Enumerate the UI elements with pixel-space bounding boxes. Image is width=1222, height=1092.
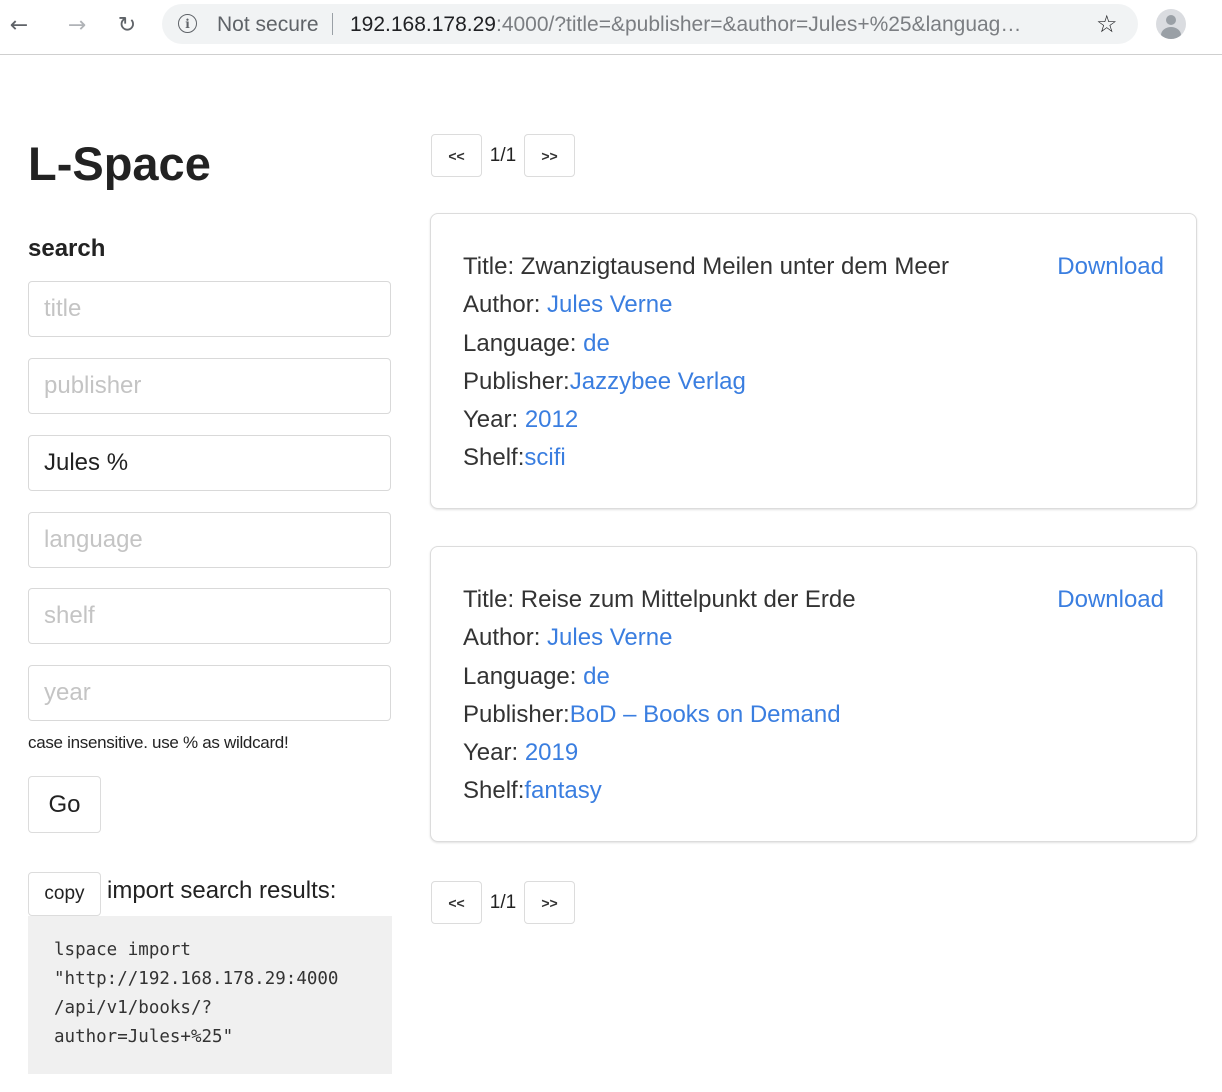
download-link[interactable]: Download [1057,248,1164,286]
prev-page-button[interactable]: << [431,134,482,177]
book-card: Title: Reise zum Mittelpunkt der Erde Au… [430,546,1197,842]
book-publisher-row: Publisher:BoD – Books on Demand [463,696,856,734]
year-input[interactable] [28,665,391,721]
year-link[interactable]: 2019 [525,739,578,766]
avatar-head [1166,15,1176,25]
author-link[interactable]: Jules Verne [547,624,672,651]
book-year-row: Year: 2012 [463,401,949,439]
language-input[interactable] [28,512,391,568]
forward-icon[interactable]: → [62,10,92,40]
book-title-row: Title: Zwanzigtausend Meilen unter dem M… [463,248,949,286]
author-link[interactable]: Jules Verne [547,291,672,318]
reload-icon[interactable]: ↻ [112,10,142,40]
book-author-row: Author: Jules Verne [463,286,949,324]
address-bar[interactable]: i Not secure 192.168.178.29:4000/?title=… [162,4,1138,44]
book-year-row: Year: 2019 [463,734,856,772]
language-link[interactable]: de [583,663,610,690]
title-input[interactable] [28,281,391,337]
next-page-button[interactable]: >> [524,881,575,924]
book-title: Zwanzigtausend Meilen unter dem Meer [520,253,950,280]
import-command: lspace import "http://192.168.178.29:400… [28,916,392,1074]
shelf-link[interactable]: fantasy [524,777,601,804]
copy-button[interactable]: copy [28,872,101,916]
url-host: 192.168.178.29 [350,13,496,36]
title-label: Title: [463,586,521,613]
app-title: L-Space [28,137,211,190]
shelf-label: Shelf: [463,444,525,472]
book-publisher-row: Publisher:Jazzybee Verlag [463,363,949,401]
next-page-button[interactable]: >> [524,134,575,177]
search-heading: search [28,235,106,262]
publisher-label: Publisher: [463,367,570,395]
year-label: Year: [463,406,525,434]
book-card: Title: Zwanzigtausend Meilen unter dem M… [430,213,1197,509]
author-input[interactable] [28,435,391,491]
language-label: Language: [463,329,584,357]
profile-avatar[interactable] [1156,9,1186,39]
publisher-link[interactable]: BoD – Books on Demand [570,701,841,728]
shelf-input[interactable] [28,588,391,644]
publisher-link[interactable]: Jazzybee Verlag [570,368,746,395]
download-link[interactable]: Download [1057,581,1164,619]
book-title: Reise zum Mittelpunkt der Erde [520,586,856,613]
search-hint: case insensitive. use % as wildcard! [28,733,289,752]
import-label: import search results: [107,877,337,904]
author-label: Author: [463,291,548,319]
book-author-row: Author: Jules Verne [463,619,856,657]
security-label[interactable]: Not secure [217,13,319,37]
url-path: :4000/?title=&publisher=&author=Jules+%2… [495,13,1022,36]
page-indicator: 1/1 [489,891,517,913]
publisher-input[interactable] [28,358,391,414]
go-button[interactable]: Go [28,776,101,833]
language-label: Language: [463,662,584,690]
avatar-body [1161,27,1181,39]
book-language-row: Language: de [463,658,856,696]
shelf-link[interactable]: scifi [524,444,565,471]
pagination-top: << 1/1 >> [431,134,575,177]
book-details: Title: Reise zum Mittelpunkt der Erde Au… [463,581,856,811]
book-shelf-row: Shelf:scifi [463,439,949,477]
back-icon[interactable]: ← [4,10,34,40]
year-link[interactable]: 2012 [525,406,578,433]
browser-toolbar: ← → ↻ i Not secure 192.168.178.29:4000/?… [0,0,1222,55]
book-title-row: Title: Reise zum Mittelpunkt der Erde [463,581,856,619]
book-details: Title: Zwanzigtausend Meilen unter dem M… [463,248,949,478]
address-separator [332,13,333,35]
url-text[interactable]: 192.168.178.29:4000/?title=&publisher=&a… [350,13,1070,37]
page-indicator: 1/1 [489,144,517,166]
author-label: Author: [463,624,548,652]
info-icon[interactable]: i [178,14,197,33]
star-icon[interactable]: ☆ [1096,10,1118,38]
publisher-label: Publisher: [463,700,570,728]
title-label: Title: [463,253,521,280]
year-label: Year: [463,739,525,767]
book-shelf-row: Shelf:fantasy [463,772,856,810]
pagination-bottom: << 1/1 >> [431,881,575,924]
prev-page-button[interactable]: << [431,881,482,924]
shelf-label: Shelf: [463,777,525,805]
book-language-row: Language: de [463,325,949,363]
language-link[interactable]: de [583,330,610,357]
